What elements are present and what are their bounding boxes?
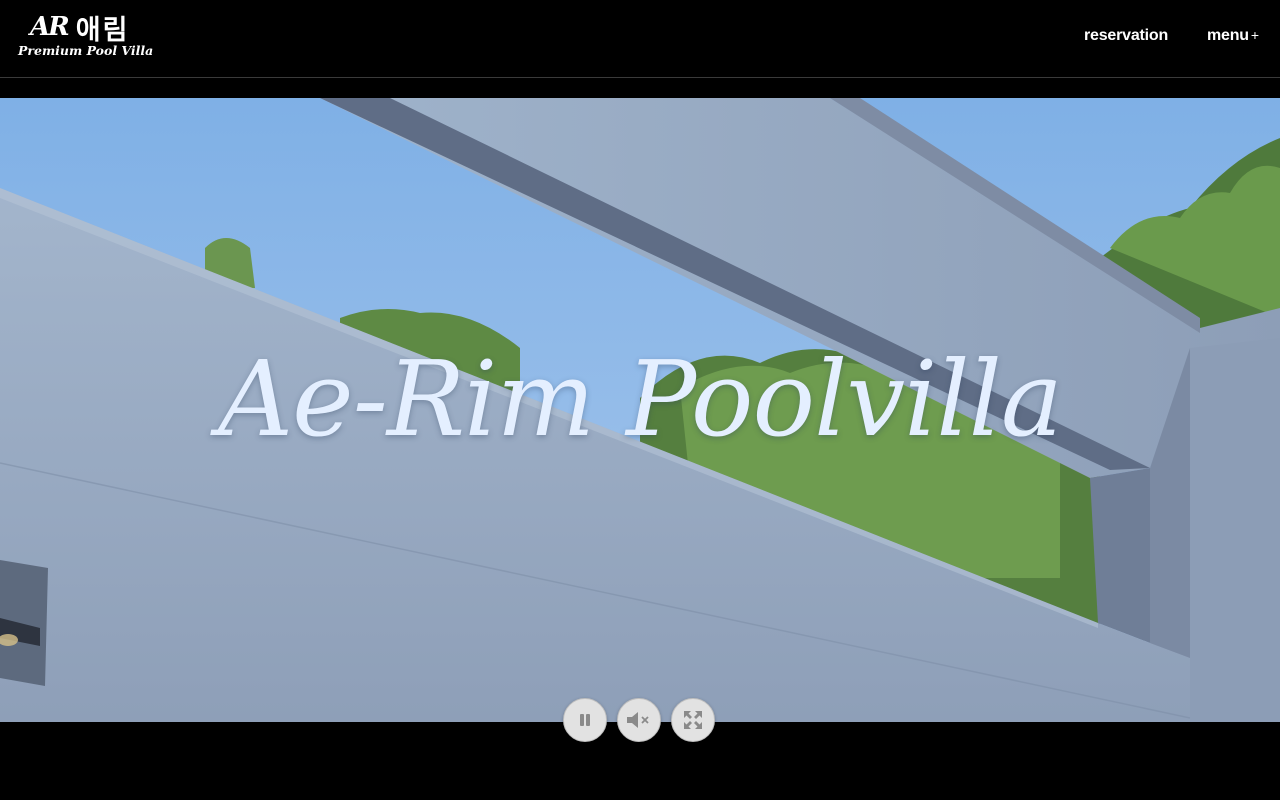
fullscreen-button[interactable]	[671, 698, 715, 742]
logo-tagline: Premium Pool Villa	[18, 43, 154, 58]
logo-korean-name: 애림	[75, 14, 130, 46]
video-controls	[563, 698, 715, 742]
fullscreen-icon	[684, 711, 702, 729]
page: AR 애림 Premium Pool Villa reservation men…	[0, 0, 1280, 800]
hero-video: Ae-Rim Poolvilla	[0, 98, 1280, 722]
pause-button[interactable]	[563, 698, 607, 742]
hero-title: Ae-Rim Poolvilla	[218, 338, 1063, 460]
nav-menu-label: menu	[1207, 27, 1249, 44]
logo-mark-row: AR 애림	[30, 10, 130, 46]
site-header: AR 애림 Premium Pool Villa reservation men…	[0, 0, 1280, 78]
mute-button[interactable]	[617, 698, 661, 742]
logo-ar-mark: AR	[30, 12, 70, 42]
muted-speaker-icon	[627, 712, 649, 728]
nav-reservation-link[interactable]: reservation	[1084, 27, 1168, 45]
site-logo[interactable]: AR 애림 Premium Pool Villa	[18, 10, 153, 62]
nav-menu-button[interactable]: menu +	[1207, 27, 1259, 45]
pause-icon	[580, 714, 590, 726]
plus-icon: +	[1250, 27, 1259, 43]
